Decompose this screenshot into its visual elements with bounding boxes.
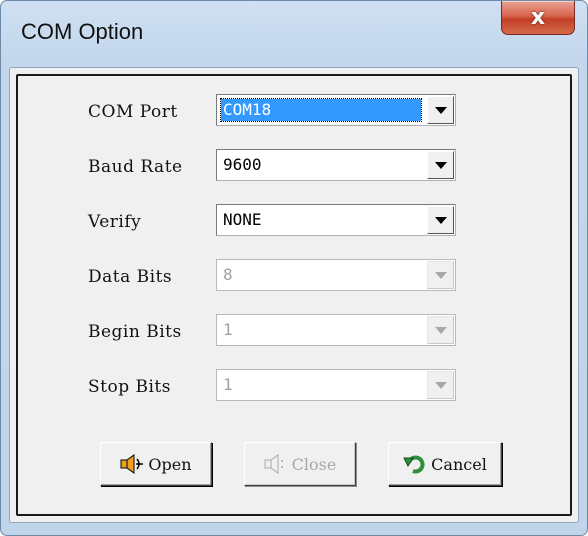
close-icon: x	[530, 4, 546, 30]
data-bits-value: 8	[223, 265, 233, 284]
open-port-icon	[120, 453, 144, 475]
row-begin-bits: Begin Bits 1	[18, 314, 570, 350]
verify-label: Verify	[88, 212, 142, 232]
close-button-label: Close	[291, 454, 337, 474]
options-frame: COM Port COM18 Baud Rate 9600 Verify NON…	[16, 74, 572, 516]
chevron-down-icon	[434, 381, 447, 389]
window-close-button[interactable]: x	[501, 1, 575, 35]
cancel-button-label: Cancel	[431, 454, 487, 474]
baud-rate-value: 9600	[223, 155, 262, 174]
baud-rate-select[interactable]: 9600	[216, 149, 456, 181]
chevron-down-icon	[434, 271, 447, 279]
chevron-down-icon	[434, 216, 447, 224]
chevron-down-icon	[434, 106, 447, 114]
dialog-body: COM Port COM18 Baud Rate 9600 Verify NON…	[9, 67, 579, 523]
verify-value: NONE	[223, 210, 262, 229]
close-port-icon	[264, 453, 288, 475]
open-button[interactable]: Open	[100, 442, 212, 486]
row-stop-bits: Stop Bits 1	[18, 369, 570, 405]
baud-rate-dropdown-button[interactable]	[427, 151, 454, 179]
data-bits-dropdown-button	[427, 261, 454, 289]
data-bits-label: Data Bits	[88, 267, 173, 287]
com-port-value: COM18	[220, 98, 422, 122]
begin-bits-select: 1	[216, 314, 456, 346]
chevron-down-icon	[434, 161, 447, 169]
close-button: Close	[244, 442, 356, 486]
undo-arrow-icon	[403, 453, 427, 475]
begin-bits-value: 1	[223, 320, 233, 339]
begin-bits-dropdown-button	[427, 316, 454, 344]
row-data-bits: Data Bits 8	[18, 259, 570, 295]
com-port-select[interactable]: COM18	[216, 94, 456, 126]
row-verify: Verify NONE	[18, 204, 570, 240]
row-baud-rate: Baud Rate 9600	[18, 149, 570, 185]
title-bar[interactable]: COM Option x	[1, 1, 587, 67]
baud-rate-label: Baud Rate	[88, 157, 183, 177]
com-port-dropdown-button[interactable]	[427, 96, 454, 124]
data-bits-select: 8	[216, 259, 456, 291]
begin-bits-label: Begin Bits	[88, 322, 182, 342]
verify-dropdown-button[interactable]	[427, 206, 454, 234]
cancel-button[interactable]: Cancel	[388, 442, 502, 486]
stop-bits-value: 1	[223, 375, 233, 394]
com-port-label: COM Port	[88, 102, 178, 122]
stop-bits-select: 1	[216, 369, 456, 401]
stop-bits-label: Stop Bits	[88, 377, 171, 397]
com-option-dialog: COM Option x COM Port COM18 Baud Rate 96…	[0, 0, 588, 536]
row-com-port: COM Port COM18	[18, 94, 570, 130]
open-button-label: Open	[148, 454, 192, 474]
window-title: COM Option	[21, 19, 144, 44]
verify-select[interactable]: NONE	[216, 204, 456, 236]
stop-bits-dropdown-button	[427, 371, 454, 399]
chevron-down-icon	[434, 326, 447, 334]
